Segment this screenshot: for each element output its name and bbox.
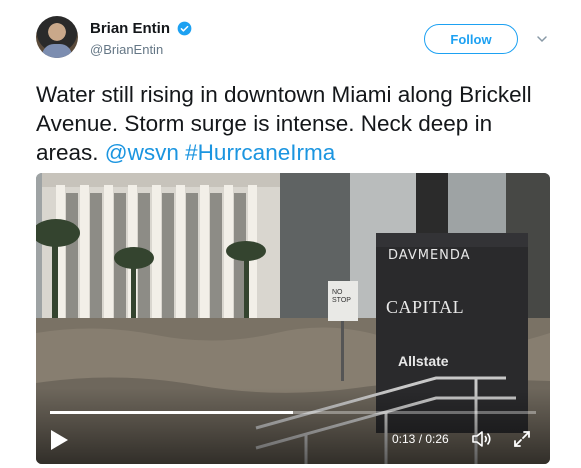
avatar[interactable] [36, 16, 78, 58]
avatar-shirt [42, 44, 72, 58]
sign-allstate-text: Allstate [398, 353, 449, 369]
hashtag-link[interactable]: #HurrcaneIrma [185, 140, 335, 165]
video-time-readout: 0:13 / 0:26 [392, 432, 449, 446]
video-progress-bar[interactable] [50, 411, 536, 414]
tweet-text: Water still rising in downtown Miami alo… [36, 80, 556, 167]
chevron-down-icon[interactable] [536, 33, 548, 45]
sign-brand-text: DAVMENDA [388, 248, 471, 263]
mention-link[interactable]: @wsvn [105, 140, 179, 165]
follow-button[interactable]: Follow [424, 24, 518, 54]
sign-capital-text: CAPITAL [386, 297, 465, 317]
play-icon[interactable] [48, 428, 70, 452]
author-handle[interactable]: @BrianEntin [90, 42, 192, 57]
verified-badge-icon [178, 21, 192, 36]
video-progress-fill [50, 411, 293, 414]
author-display-name[interactable]: Brian Entin [90, 20, 170, 37]
video-frame [36, 173, 550, 464]
video-player[interactable]: NO STOP DAVMENDA CAPITAL Allstate 0:13 / … [36, 173, 550, 464]
fullscreen-icon[interactable] [512, 429, 532, 449]
tweet-card: Brian Entin @BrianEntin Follow Water sti… [0, 0, 581, 468]
volume-icon[interactable] [471, 429, 493, 449]
author-block: Brian Entin @BrianEntin [90, 20, 192, 57]
street-sign-text: NO STOP [332, 289, 351, 304]
